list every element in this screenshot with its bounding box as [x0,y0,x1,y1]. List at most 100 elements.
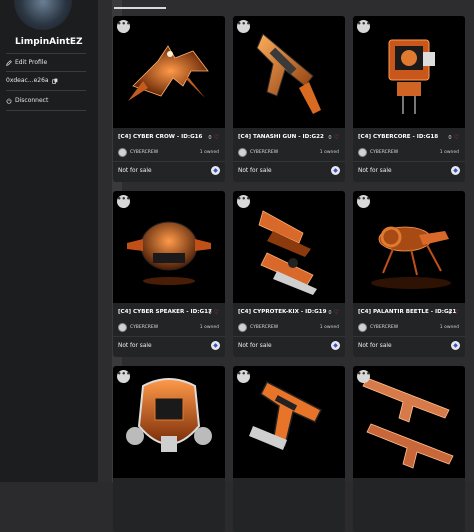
profile-sidebar: LimpinAintEZ Edit Profile 0xdeac...e26a … [0,0,99,482]
creator-name: CYBERCREW [250,150,279,155]
divider [6,53,86,54]
nft-card[interactable]: ••• [C4] CYPROTEK-KIX - ID:G19 0 ♡ CYBERC… [233,191,345,357]
more-options-button[interactable]: ••• [117,370,130,383]
divider [6,71,86,72]
divider [6,90,86,91]
owned-count: 1 owned [439,325,459,330]
nft-title: [C4] CYPROTEK-KIX - ID:G19 [238,309,327,315]
cyber-pistol-artwork [249,380,323,450]
creator[interactable]: CYBERCREW [358,323,398,332]
heart-icon[interactable]: ♡ [214,309,219,316]
more-options-button[interactable]: ••• [237,195,250,208]
nft-grid-area: ••• [C4] CYBER CROW - ID:G16 0 ♡ CYBERCRE… [98,0,474,532]
nft-image[interactable]: ••• [353,366,465,478]
creator-name: CYBERCREW [370,325,399,330]
owned-count: 1 owned [319,150,339,155]
creator-logo [118,323,127,332]
owned-count: 1 owned [199,150,219,155]
disconnect-label: Disconnect [15,97,49,104]
ethereum-icon: ◆ [211,341,220,350]
like-count[interactable]: 0 ♡ [328,309,339,316]
divider [353,336,465,337]
like-count[interactable]: 0 ♡ [208,134,219,141]
ethereum-icon: ◆ [331,341,340,350]
sale-status: Not for sale [238,168,272,174]
more-options-button[interactable]: ••• [117,20,130,33]
cybercore-artwork [388,39,435,114]
like-count[interactable]: 0 ♡ [448,134,459,141]
nft-card[interactable]: ••• [C4] CYBERCORE - ID:G18 0 ♡ CYBERCREW… [353,16,465,182]
more-options-button[interactable]: ••• [357,370,370,383]
heart-icon[interactable]: ♡ [454,134,459,141]
palantir-beetle-artwork [371,226,451,289]
nft-card[interactable]: ••• [353,366,465,532]
copy-icon[interactable] [51,78,58,84]
like-count-value: 0 [208,309,212,316]
like-count-value: 0 [208,134,212,141]
heart-icon[interactable]: ♡ [334,309,339,316]
wallet-address[interactable]: 0xdeac...e26a [6,77,58,84]
avatar[interactable] [14,0,72,30]
nft-card[interactable]: ••• [C4] PALANTIR BEETLE - ID:G21 0 ♡ CYB… [353,191,465,357]
disconnect-link[interactable]: Disconnect [6,97,48,104]
owned-count: 1 owned [199,325,219,330]
creator[interactable]: CYBERCREW [238,148,278,157]
nft-card[interactable]: ••• [233,366,345,532]
like-count[interactable]: 0 ♡ [208,309,219,316]
nft-image[interactable]: ••• [113,366,225,478]
creator[interactable]: CYBERCREW [238,323,278,332]
nft-image[interactable]: ••• [233,16,345,128]
more-options-button[interactable]: ••• [237,20,250,33]
more-options-button[interactable]: ••• [357,20,370,33]
like-count-value: 0 [448,134,452,141]
owned-count: 1 owned [319,325,339,330]
divider [233,161,345,162]
nft-image[interactable]: ••• [233,366,345,478]
nft-title: [C4] CYBER CROW - ID:G16 [118,134,203,140]
ethereum-icon: ◆ [331,166,340,175]
creator[interactable]: CYBERCREW [118,323,158,332]
more-options-button[interactable]: ••• [117,195,130,208]
divider [353,161,465,162]
edit-profile-label: Edit Profile [15,59,48,66]
more-options-button[interactable]: ••• [357,195,370,208]
divider [6,110,86,111]
creator[interactable]: CYBERCREW [358,148,398,157]
heart-icon[interactable]: ♡ [214,134,219,141]
divider [113,336,225,337]
nft-image[interactable]: ••• [233,191,345,303]
like-count-value: 0 [328,134,332,141]
creator[interactable]: CYBERCREW [118,148,158,157]
nft-image[interactable]: ••• [353,16,465,128]
like-count[interactable]: 0 ♡ [448,309,459,316]
more-options-button[interactable]: ••• [237,370,250,383]
like-count[interactable]: 0 ♡ [328,134,339,141]
heart-icon[interactable]: ♡ [454,309,459,316]
nft-image[interactable]: ••• [113,191,225,303]
creator-logo [238,148,247,157]
creator-logo [358,323,367,332]
creator-logo [238,323,247,332]
nft-title: [C4] TANASHI GUN - ID:G22 [238,134,324,140]
nft-card[interactable]: ••• [C4] TANASHI GUN - ID:G22 0 ♡ CYBERCR… [233,16,345,182]
creator-logo [118,148,127,157]
cyber-rifles-artwork [362,377,454,469]
sale-status: Not for sale [118,343,152,349]
nft-image[interactable]: ••• [353,191,465,303]
ethereum-icon: ◆ [451,166,460,175]
edit-profile-link[interactable]: Edit Profile [6,59,47,66]
username: LimpinAintEZ [15,37,83,47]
tanashi-gun-artwork [256,33,321,114]
like-count-value: 0 [448,309,452,316]
like-count-value: 0 [328,309,332,316]
nft-card[interactable]: ••• [113,366,225,532]
creator-name: CYBERCREW [250,325,279,330]
ethereum-icon: ◆ [451,341,460,350]
cyprotek-kix-artwork [258,210,317,295]
heart-icon[interactable]: ♡ [334,134,339,141]
cyber-mask-artwork [126,378,212,452]
nft-card[interactable]: ••• [C4] CYBER SPEAKER - ID:G17 0 ♡ CYBER… [113,191,225,357]
nft-image[interactable]: ••• [113,16,225,128]
pencil-icon [6,59,12,66]
nft-card[interactable]: ••• [C4] CYBER CROW - ID:G16 0 ♡ CYBERCRE… [113,16,225,182]
